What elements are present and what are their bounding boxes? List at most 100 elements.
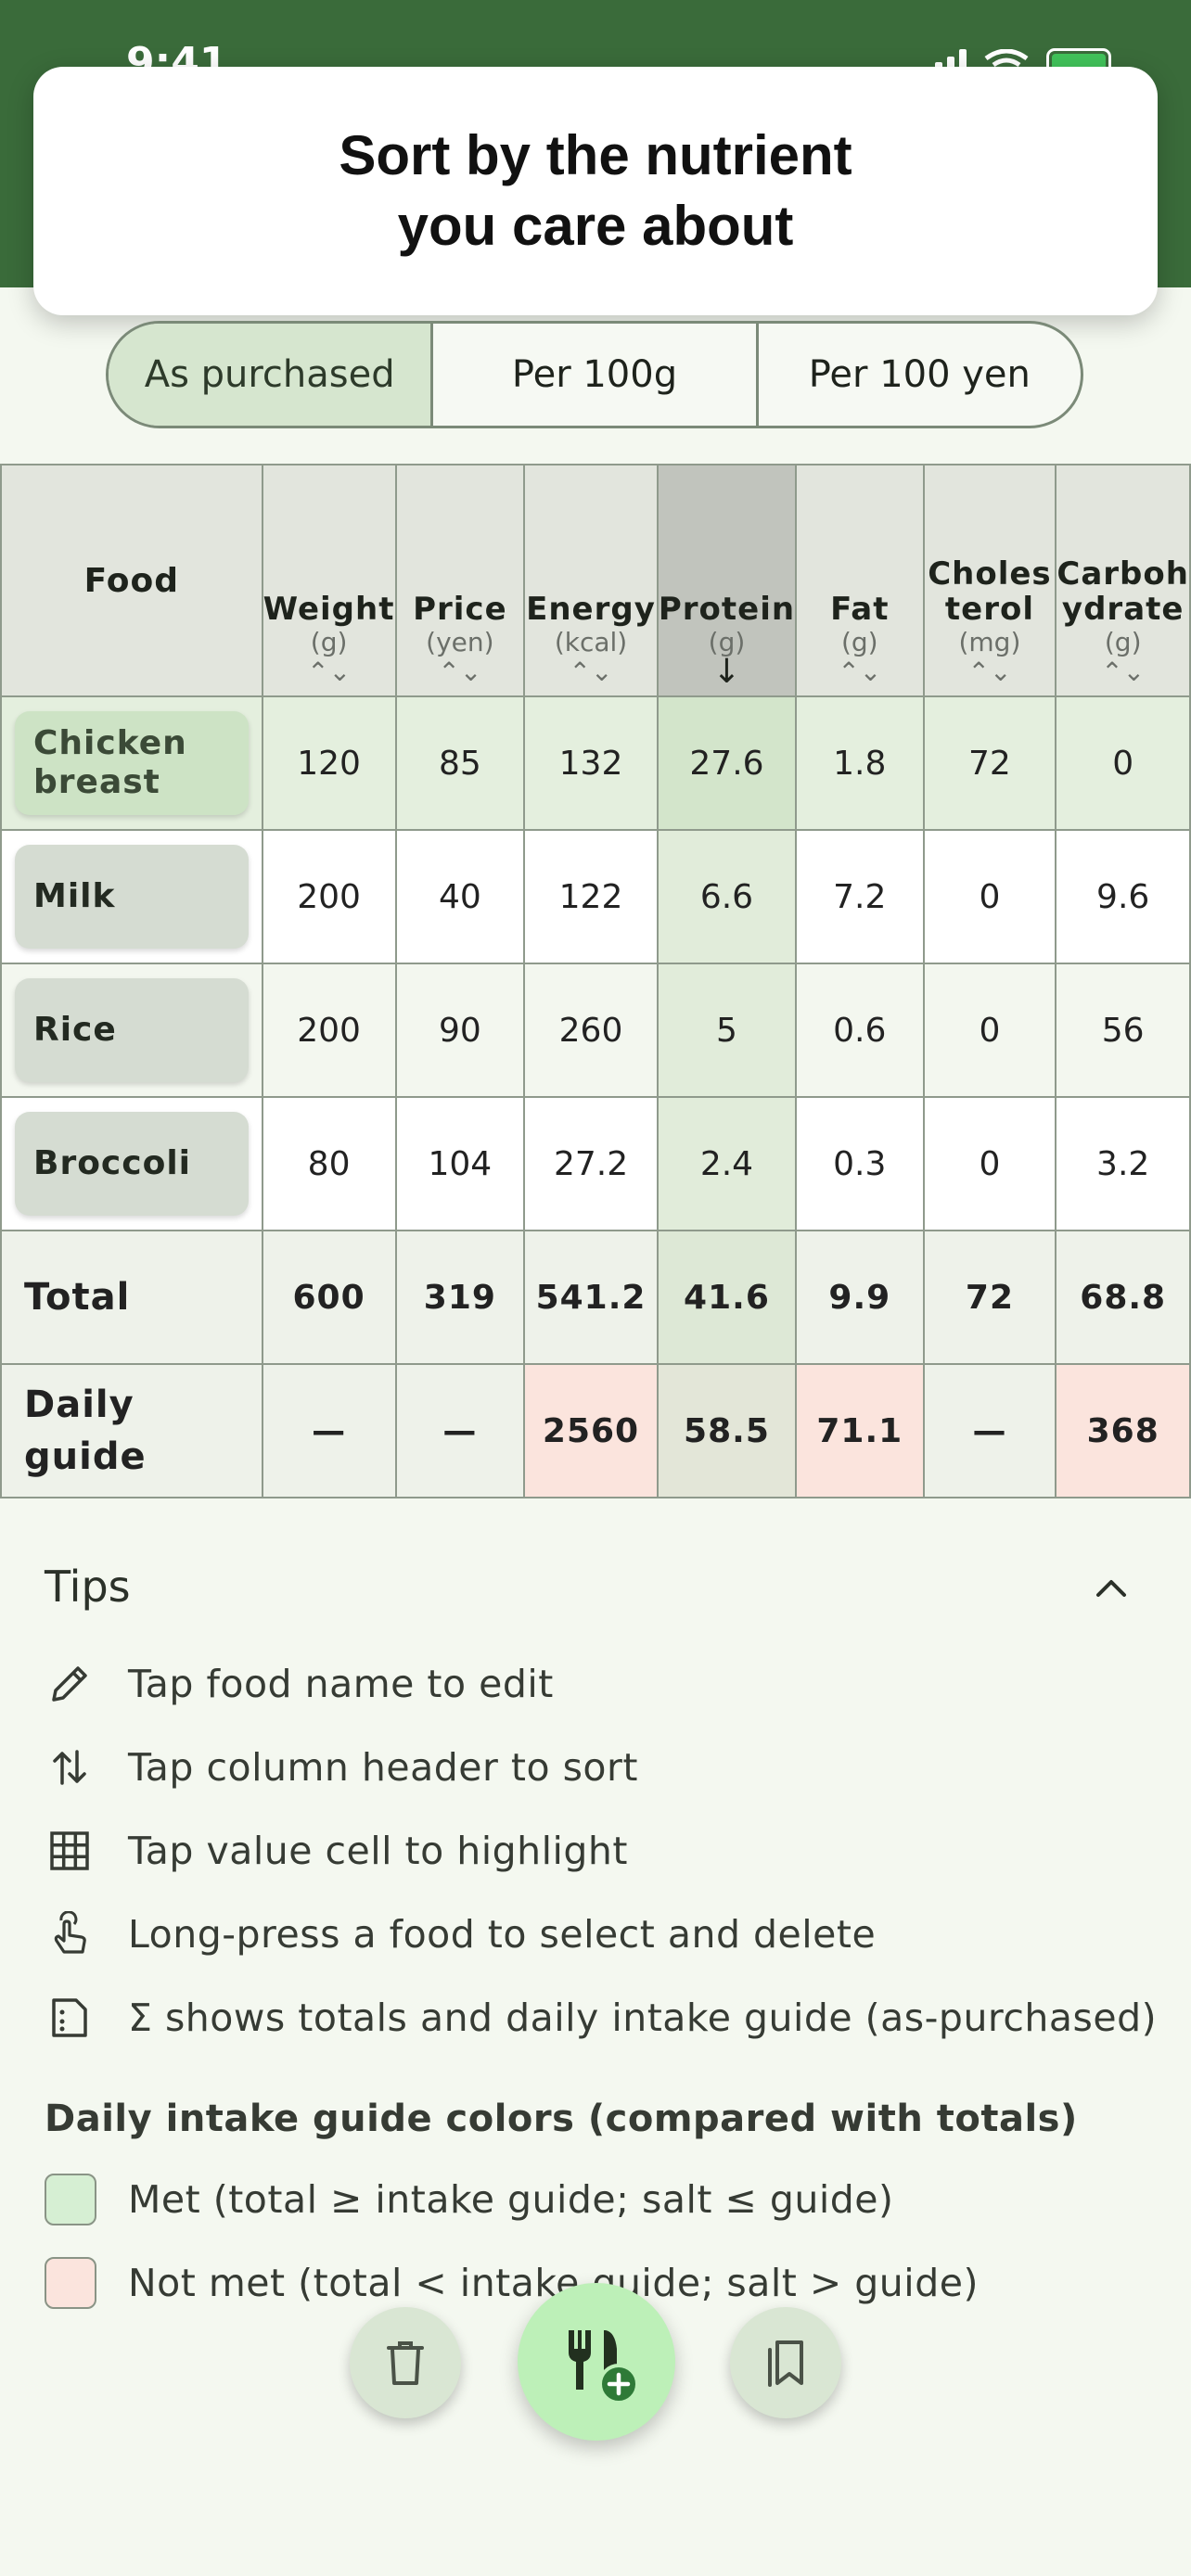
value-cell-carbohydrate[interactable]: 9.6 xyxy=(1055,829,1191,964)
add-meal-button[interactable] xyxy=(518,2283,675,2441)
tip-text: Long-press a food to select and delete xyxy=(128,1912,877,1957)
value-cell-cholesterol[interactable]: 0 xyxy=(922,829,1057,964)
food-name-line-2: breast xyxy=(33,763,160,801)
touch-hand-icon xyxy=(45,1909,95,1959)
food-cell: Rice xyxy=(0,963,263,1098)
column-header-carbohydrate[interactable]: Carboh ydrate (g) ⌃⌄ xyxy=(1055,464,1191,697)
guide-carbohydrate: 368 xyxy=(1055,1363,1191,1498)
column-header-cholesterol[interactable]: Choles terol (mg) ⌃⌄ xyxy=(922,464,1057,697)
guide-weight: — xyxy=(261,1363,397,1498)
sort-descending-icon: ↓ xyxy=(712,653,741,691)
table-header-row: Food Weight (g) ⌃⌄ Price (yen) ⌃⌄ Energy… xyxy=(0,464,1191,697)
column-name-line-2: ydrate xyxy=(1061,591,1185,628)
food-name-chip[interactable]: Rice xyxy=(15,978,249,1082)
value-cell-carbohydrate[interactable]: 0 xyxy=(1055,695,1191,831)
total-energy: 541.2 xyxy=(523,1230,659,1365)
column-unit: (g) xyxy=(310,627,348,657)
met-color-swatch xyxy=(45,2174,96,2225)
column-unit: (kcal) xyxy=(554,627,628,657)
tip-item: Long-press a food to select and delete xyxy=(45,1906,876,1962)
daily-guide-label-line-2: guide xyxy=(24,1435,147,1478)
sort-toggle-icon: ⌃⌄ xyxy=(838,657,882,687)
total-carbohydrate: 68.8 xyxy=(1055,1230,1191,1365)
chevron-up-icon[interactable] xyxy=(1091,1567,1132,1608)
nutrition-table: Food Weight (g) ⌃⌄ Price (yen) ⌃⌄ Energy… xyxy=(0,464,1191,1498)
column-name: Price xyxy=(413,591,507,628)
value-cell-cholesterol[interactable]: 0 xyxy=(922,963,1057,1098)
total-row: Total 600 319 541.2 41.6 9.9 72 68.8 xyxy=(0,1230,1191,1365)
banner-line-1: Sort by the nutrient xyxy=(339,124,852,186)
daily-guide-row: Daily guide — — 2560 58.5 71.1 — 368 xyxy=(0,1363,1191,1498)
food-name-chip[interactable]: Chicken breast xyxy=(15,711,249,815)
trash-icon xyxy=(387,2341,424,2385)
total-label: Total xyxy=(0,1230,263,1365)
banner-line-2: you care about xyxy=(397,195,794,257)
value-cell-carbohydrate[interactable]: 3.2 xyxy=(1055,1096,1191,1231)
column-header-protein[interactable]: Protein (g) ↓ xyxy=(656,464,798,697)
tip-text: Tap column header to sort xyxy=(128,1745,638,1790)
value-cell-cholesterol[interactable]: 0 xyxy=(922,1096,1057,1231)
daily-guide-label: Daily guide xyxy=(0,1363,263,1498)
value-cell-protein[interactable]: 2.4 xyxy=(656,1096,798,1231)
value-cell-weight[interactable]: 80 xyxy=(261,1096,397,1231)
grid-icon xyxy=(45,1826,95,1876)
tip-item: Tap food name to edit xyxy=(45,1656,554,1712)
column-name: Weight xyxy=(263,591,395,628)
value-cell-weight[interactable]: 120 xyxy=(261,695,397,831)
copy-bookmarks-icon xyxy=(768,2340,803,2387)
guide-energy: 2560 xyxy=(523,1363,659,1498)
legend-item-not-met: Not met (total < intake guide; salt > gu… xyxy=(45,2257,979,2309)
value-cell-fat[interactable]: 0.6 xyxy=(795,963,925,1098)
food-name-chip[interactable]: Broccoli xyxy=(15,1112,249,1216)
value-cell-protein[interactable]: 6.6 xyxy=(656,829,798,964)
value-cell-protein[interactable]: 27.6 xyxy=(656,695,798,831)
value-cell-fat[interactable]: 7.2 xyxy=(795,829,925,964)
value-cell-protein[interactable]: 5 xyxy=(656,963,798,1098)
value-cell-price[interactable]: 90 xyxy=(394,963,526,1098)
column-unit: (g) xyxy=(1104,627,1142,657)
not-met-color-swatch xyxy=(45,2257,96,2309)
guide-protein: 58.5 xyxy=(656,1363,798,1498)
column-name: Fat xyxy=(830,591,890,628)
value-cell-fat[interactable]: 0.3 xyxy=(795,1096,925,1231)
pencil-icon xyxy=(45,1659,95,1709)
legend-title: Daily intake guide colors (compared with… xyxy=(45,2098,1078,2140)
value-cell-weight[interactable]: 200 xyxy=(261,963,397,1098)
value-cell-carbohydrate[interactable]: 56 xyxy=(1055,963,1191,1098)
value-cell-price[interactable]: 104 xyxy=(394,1096,526,1231)
value-cell-weight[interactable]: 200 xyxy=(261,829,397,964)
value-cell-price[interactable]: 40 xyxy=(394,829,526,964)
food-cell: Milk xyxy=(0,829,263,964)
value-cell-cholesterol[interactable]: 72 xyxy=(922,695,1057,831)
segment-as-purchased[interactable]: As purchased xyxy=(109,324,431,426)
total-cholesterol: 72 xyxy=(922,1230,1057,1365)
tip-item: Tap column header to sort xyxy=(45,1740,638,1795)
column-header-food[interactable]: Food xyxy=(0,464,263,697)
value-cell-energy[interactable]: 260 xyxy=(523,963,659,1098)
tip-item: Tap value cell to highlight xyxy=(45,1823,628,1879)
value-cell-price[interactable]: 85 xyxy=(394,695,526,831)
value-cell-energy[interactable]: 132 xyxy=(523,695,659,831)
column-header-energy[interactable]: Energy (kcal) ⌃⌄ xyxy=(523,464,659,697)
sort-hint-banner: Sort by the nutrient you care about xyxy=(33,67,1158,315)
table-row: Milk 200 40 122 6.6 7.2 0 9.6 xyxy=(0,829,1191,964)
summary-document-icon xyxy=(45,1993,95,2043)
column-header-price[interactable]: Price (yen) ⌃⌄ xyxy=(394,464,526,697)
column-header-weight[interactable]: Weight (g) ⌃⌄ xyxy=(261,464,397,697)
value-cell-energy[interactable]: 27.2 xyxy=(523,1096,659,1231)
food-cell: Broccoli xyxy=(0,1096,263,1231)
total-protein: 41.6 xyxy=(656,1230,798,1365)
delete-button[interactable] xyxy=(350,2307,461,2418)
column-name: Protein xyxy=(658,591,796,628)
column-unit: (yen) xyxy=(426,627,494,657)
value-cell-energy[interactable]: 122 xyxy=(523,829,659,964)
segment-per-100g[interactable]: Per 100g xyxy=(430,324,755,426)
food-name-chip[interactable]: Milk xyxy=(15,845,249,949)
tip-text: Tap food name to edit xyxy=(128,1662,554,1706)
segment-per-100-yen[interactable]: Per 100 yen xyxy=(755,324,1081,426)
tip-text: Tap value cell to highlight xyxy=(128,1829,628,1873)
column-name-line-1: Choles xyxy=(928,555,1052,593)
column-header-fat[interactable]: Fat (g) ⌃⌄ xyxy=(795,464,925,697)
copy-button[interactable] xyxy=(730,2307,841,2418)
value-cell-fat[interactable]: 1.8 xyxy=(795,695,925,831)
